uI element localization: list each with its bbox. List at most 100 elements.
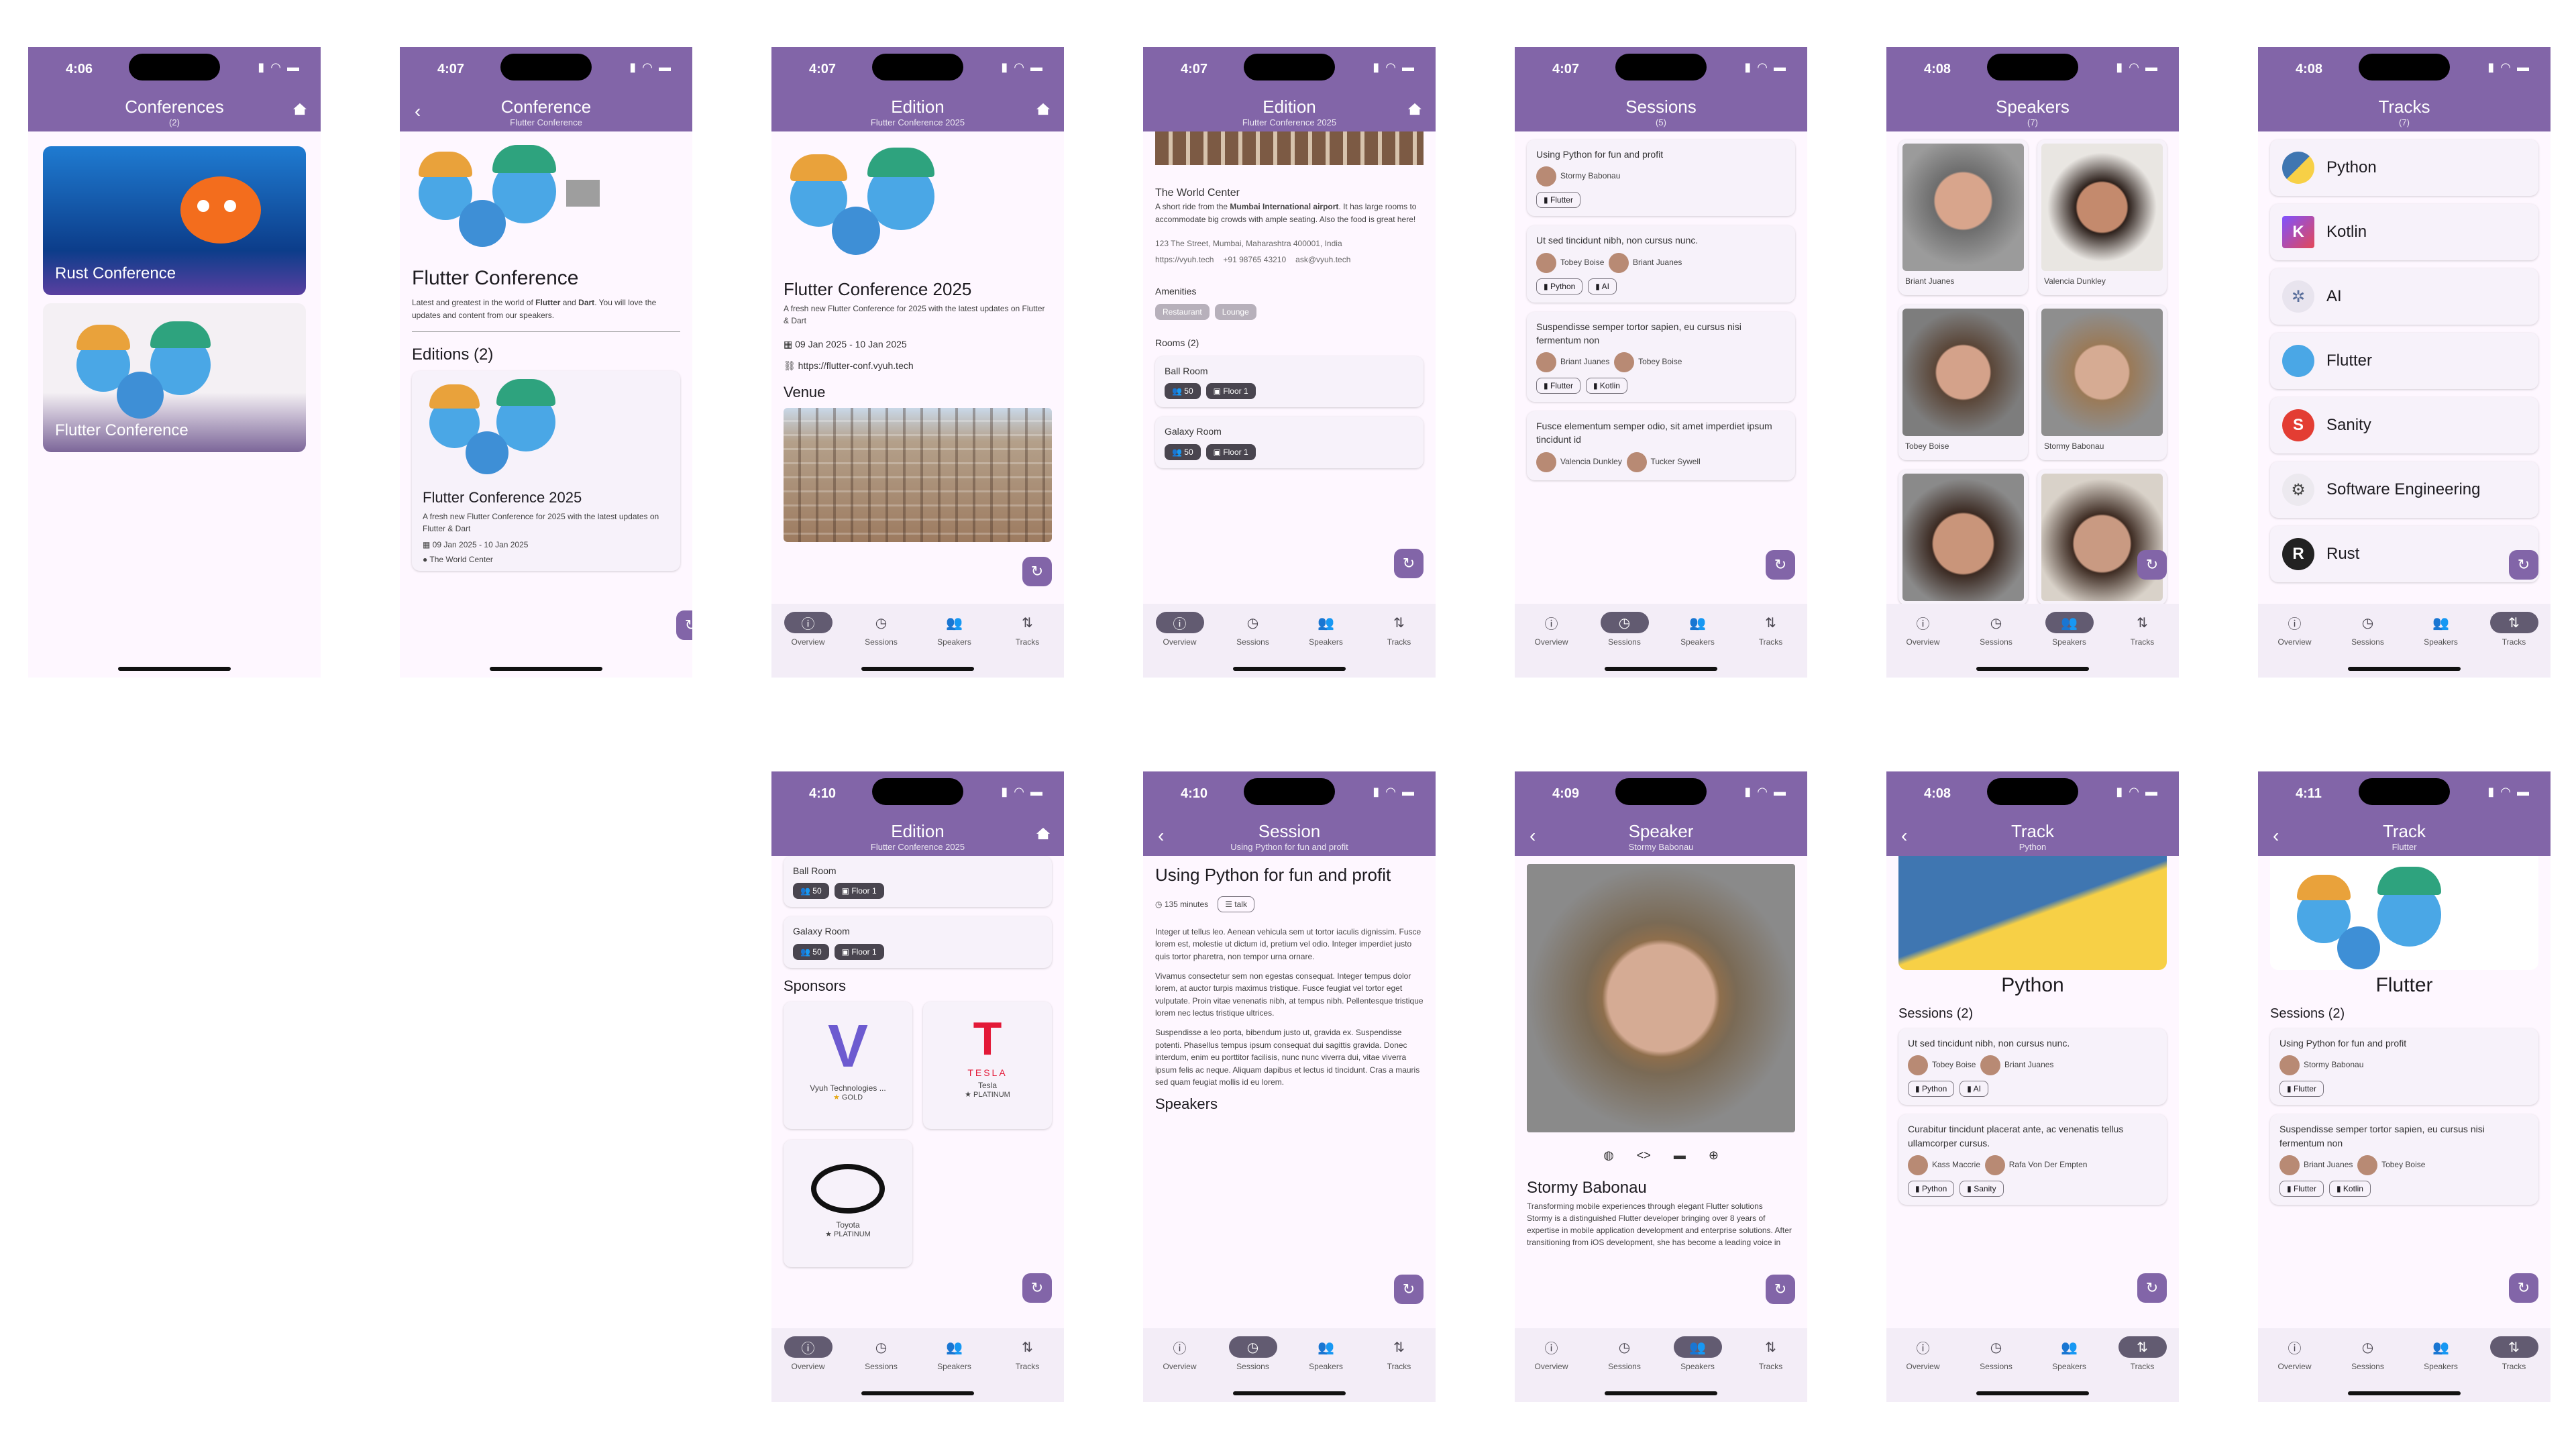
venue-email[interactable]: ask@vyuh.tech	[1295, 255, 1350, 264]
track-chip[interactable]: ▮ Python	[1908, 1180, 1955, 1197]
sponsor-card[interactable]: V Vyuh Technologies ... ★ GOLD	[784, 1001, 912, 1129]
github-icon[interactable]: ◍	[1603, 1148, 1614, 1163]
nav-overview[interactable]: ⓘ Overview	[771, 1336, 845, 1371]
session-card[interactable]: Suspendisse semper tortor sapien, eu cur…	[1527, 311, 1795, 402]
track-row[interactable]: ⚙ Software Engineering	[2270, 462, 2538, 518]
nav-speakers[interactable]: 👥 Speakers	[2404, 1336, 2477, 1372]
home-icon[interactable]	[1036, 826, 1051, 840]
nav-sessions[interactable]: ◷ Sessions	[1588, 612, 1661, 647]
refresh-button[interactable]: ↻	[2137, 1273, 2167, 1303]
session-card[interactable]: Ut sed tincidunt nibh, non cursus nunc. …	[1898, 1028, 2167, 1106]
venue-website[interactable]: https://vyuh.tech	[1155, 255, 1214, 264]
refresh-button[interactable]: ↻	[2137, 550, 2167, 580]
refresh-button[interactable]: ↻	[1022, 1273, 1052, 1303]
refresh-button[interactable]: ↻	[1766, 550, 1795, 580]
nav-speakers[interactable]: 👥 Speakers	[1661, 612, 1734, 647]
track-row[interactable]: R Rust	[2270, 526, 2538, 582]
nav-overview[interactable]: ⓘ Overview	[1515, 612, 1588, 647]
briefcase-icon[interactable]: ▬	[1674, 1148, 1686, 1163]
nav-sessions[interactable]: ◷ Sessions	[1588, 1336, 1661, 1372]
nav-speakers[interactable]: 👥 Speakers	[918, 612, 991, 647]
session-card[interactable]: Using Python for fun and profit Stormy B…	[2270, 1028, 2538, 1106]
track-row[interactable]: Flutter	[2270, 333, 2538, 389]
speaker-card[interactable]	[2037, 470, 2167, 604]
nav-sessions[interactable]: ◷ Sessions	[845, 612, 918, 647]
nav-tracks[interactable]: ⇅ Tracks	[1734, 1336, 1807, 1372]
nav-overview[interactable]: ⓘ Overview	[771, 612, 845, 647]
refresh-button[interactable]: ↻	[1394, 1275, 1424, 1304]
nav-speakers[interactable]: 👥 Speakers	[1289, 612, 1362, 647]
speaker-card[interactable]: Briant Juanes	[1898, 140, 2028, 295]
nav-sessions[interactable]: ◷ Sessions	[1960, 1336, 2033, 1372]
refresh-button[interactable]: ↻	[2509, 550, 2538, 580]
nav-speakers[interactable]: 👥 Speakers	[2033, 1336, 2106, 1372]
speaker-card[interactable]	[1898, 470, 2028, 604]
track-chip[interactable]: ▮ Flutter	[1536, 192, 1580, 209]
track-chip[interactable]: ▮ Flutter	[2279, 1081, 2324, 1097]
track-chip[interactable]: ▮ Python	[1908, 1081, 1955, 1097]
session-card[interactable]: Fusce elementum semper odio, sit amet im…	[1527, 411, 1795, 480]
track-chip[interactable]: ▮ AI	[1960, 1081, 1988, 1097]
nav-speakers[interactable]: 👥 Speakers	[918, 1336, 991, 1372]
nav-sessions[interactable]: ◷ Sessions	[2331, 1336, 2404, 1372]
refresh-button[interactable]: ↻	[1766, 1275, 1795, 1304]
track-chip[interactable]: ▮ Kotlin	[2328, 1180, 2371, 1197]
nav-speakers[interactable]: 👥 Speakers	[1289, 1336, 1362, 1372]
track-row[interactable]: ✲ AI	[2270, 268, 2538, 325]
session-card[interactable]: Curabitur tincidunt placerat ante, ac ve…	[1898, 1114, 2167, 1205]
sponsor-card[interactable]: Toyota ★ PLATINUM	[784, 1139, 912, 1267]
track-chip[interactable]: ▮ Flutter	[1536, 378, 1580, 394]
nav-sessions[interactable]: ◷ Sessions	[1216, 612, 1289, 647]
conference-card-flutter[interactable]: Flutter Conference	[43, 303, 306, 452]
room-card[interactable]: Ball Room 👥 50 ▣ Floor 1	[1155, 356, 1424, 408]
nav-overview[interactable]: ⓘ Overview	[1143, 1336, 1216, 1372]
code-icon[interactable]: <>	[1637, 1148, 1651, 1163]
nav-sessions[interactable]: ◷ Sessions	[1216, 1336, 1289, 1371]
nav-speakers[interactable]: 👥 Speakers	[2033, 612, 2106, 647]
refresh-button[interactable]: ↻	[1394, 549, 1424, 578]
nav-sessions[interactable]: ◷ Sessions	[845, 1336, 918, 1372]
nav-sessions[interactable]: ◷ Sessions	[2331, 612, 2404, 647]
nav-overview[interactable]: ⓘ Overview	[1143, 612, 1216, 647]
nav-tracks[interactable]: ⇅ Tracks	[2477, 1336, 2551, 1371]
nav-overview[interactable]: ⓘ Overview	[1886, 1336, 1960, 1372]
nav-overview[interactable]: ⓘ Overview	[1886, 612, 1960, 647]
session-card[interactable]: Using Python for fun and profit Stormy B…	[1527, 140, 1795, 217]
nav-tracks[interactable]: ⇅ Tracks	[2106, 612, 2179, 647]
nav-tracks[interactable]: ⇅ Tracks	[1734, 612, 1807, 647]
home-icon[interactable]	[1407, 102, 1422, 115]
track-row[interactable]: Python	[2270, 140, 2538, 196]
track-chip[interactable]: ▮ AI	[1588, 278, 1617, 294]
nav-tracks[interactable]: ⇅ Tracks	[1362, 1336, 1436, 1372]
room-card[interactable]: Galaxy Room 👥 50 ▣ Floor 1	[784, 916, 1052, 968]
room-card[interactable]: Galaxy Room 👥 50 ▣ Floor 1	[1155, 417, 1424, 468]
session-card[interactable]: Suspendisse semper tortor sapien, eu cur…	[2270, 1114, 2538, 1205]
track-chip[interactable]: ▮ Flutter	[2279, 1180, 2324, 1197]
nav-overview[interactable]: ⓘ Overview	[2258, 1336, 2331, 1372]
track-row[interactable]: K Kotlin	[2270, 204, 2538, 260]
edition-url-link[interactable]: ⛓ https://flutter-conf.vyuh.tech	[784, 359, 1052, 372]
conference-card-rust[interactable]: Rust Conference	[43, 146, 306, 295]
speaker-card[interactable]: Valencia Dunkley	[2037, 140, 2167, 295]
nav-tracks[interactable]: ⇅ Tracks	[1362, 612, 1436, 647]
nav-tracks[interactable]: ⇅ Tracks	[2106, 1336, 2179, 1371]
nav-tracks[interactable]: ⇅ Tracks	[2477, 612, 2551, 647]
nav-overview[interactable]: ⓘ Overview	[1515, 1336, 1588, 1372]
edition-card[interactable]: Flutter Conference 2025 A fresh new Flut…	[412, 371, 680, 572]
sponsor-card[interactable]: T TESLA Tesla ★ PLATINUM	[923, 1001, 1052, 1129]
nav-speakers[interactable]: 👥 Speakers	[1661, 1336, 1734, 1371]
nav-speakers[interactable]: 👥 Speakers	[2404, 612, 2477, 647]
refresh-button[interactable]: ↻	[1022, 557, 1052, 586]
home-icon[interactable]	[1036, 102, 1051, 115]
room-card[interactable]: Ball Room 👥 50 ▣ Floor 1	[784, 856, 1052, 908]
track-chip[interactable]: ▮ Python	[1536, 278, 1583, 294]
venue-phone[interactable]: +91 98765 43210	[1223, 255, 1286, 264]
nav-sessions[interactable]: ◷ Sessions	[1960, 612, 2033, 647]
speaker-card[interactable]: Stormy Babonau	[2037, 305, 2167, 460]
refresh-button[interactable]: ↻	[676, 610, 692, 640]
track-row[interactable]: S Sanity	[2270, 397, 2538, 453]
track-chip[interactable]: ▮ Kotlin	[1585, 378, 1627, 394]
track-chip[interactable]: ▮ Sanity	[1960, 1180, 2004, 1197]
nav-tracks[interactable]: ⇅ Tracks	[991, 1336, 1064, 1372]
globe-icon[interactable]: ⊕	[1709, 1148, 1719, 1163]
